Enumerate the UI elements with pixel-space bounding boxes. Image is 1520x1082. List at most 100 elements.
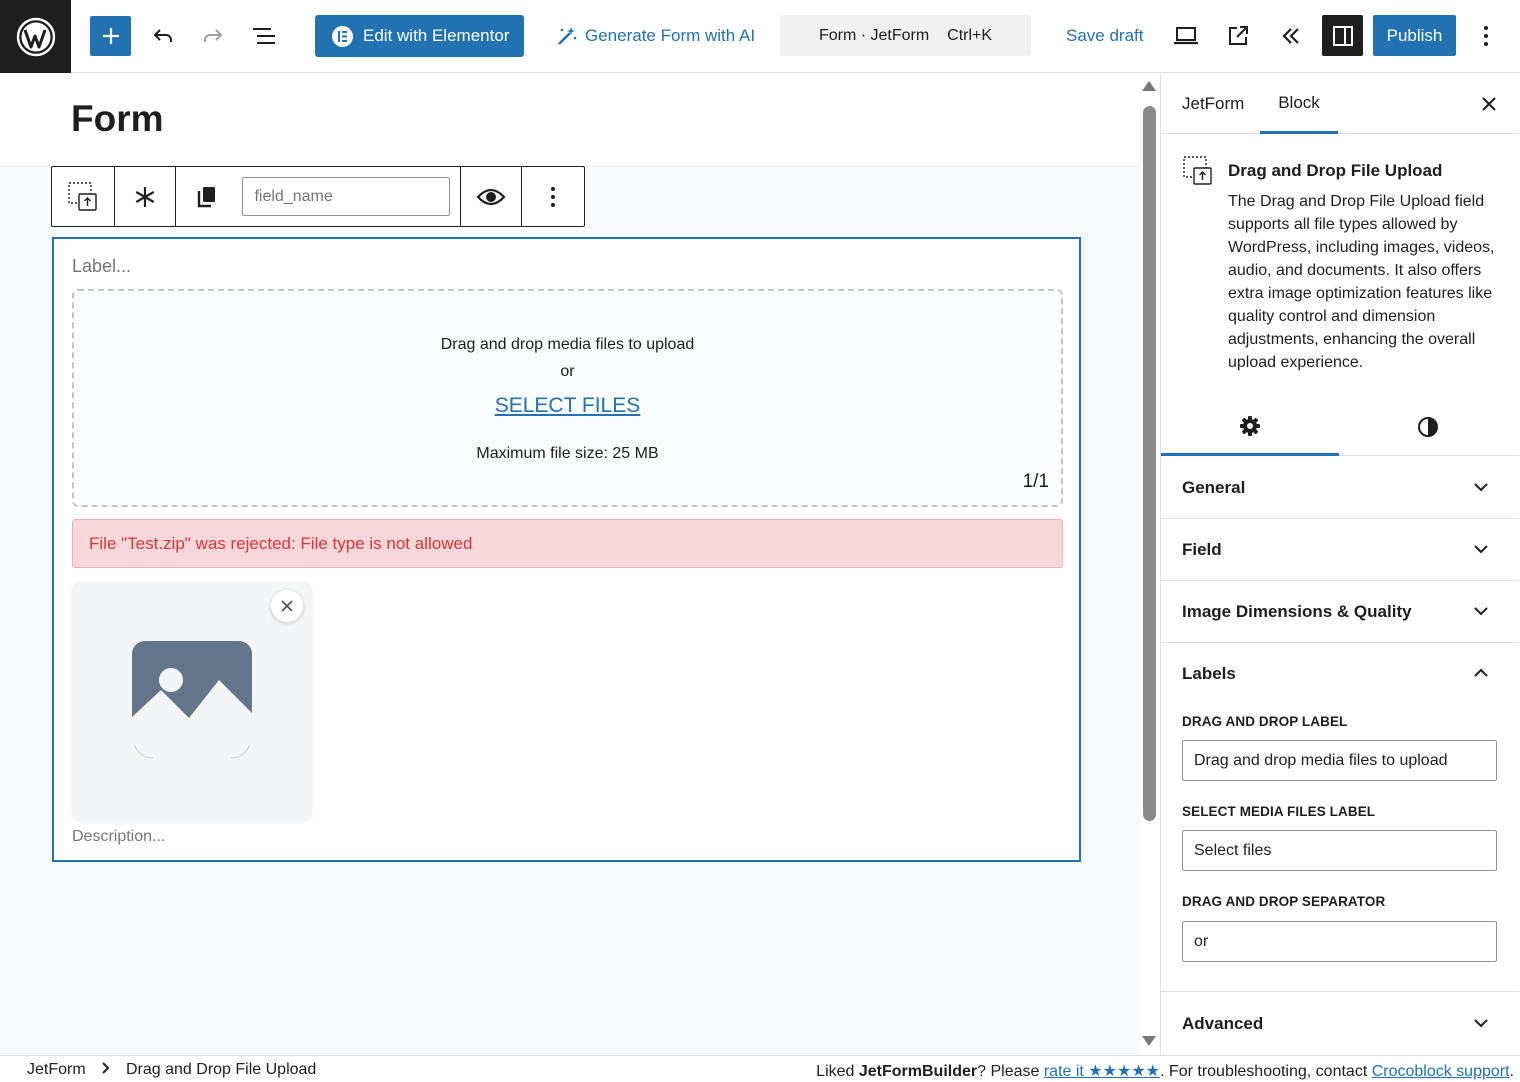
settings-sidebar-toggle[interactable] — [1322, 15, 1363, 56]
document-overview-button[interactable] — [244, 16, 284, 56]
scroll-down-arrow[interactable] — [1142, 1036, 1156, 1046]
footer-note-brand: JetFormBuilder — [858, 1063, 978, 1080]
command-shortcut: Ctrl+K — [947, 26, 993, 44]
page-title[interactable]: Form — [71, 98, 164, 140]
settings-sidebar: JetForm Block Drag and Drop File Upload … — [1160, 74, 1520, 1055]
scroll-up-arrow[interactable] — [1142, 81, 1156, 91]
chevron-down-icon — [1474, 607, 1488, 616]
file-upload-block-icon — [68, 181, 97, 211]
drag-drop-label-input[interactable] — [1182, 740, 1497, 781]
undo-button[interactable] — [143, 16, 183, 56]
block-card-title: Drag and Drop File Upload — [1228, 161, 1443, 180]
crocoblock-support-link[interactable]: Crocoblock support — [1372, 1063, 1510, 1080]
panel-general[interactable]: General — [1161, 457, 1519, 519]
tab-styles[interactable] — [1339, 398, 1517, 456]
more-vertical-icon — [551, 186, 556, 207]
drag-drop-upload-block[interactable]: Label... Drag and drop media files to up… — [52, 237, 1081, 862]
block-inserter-button[interactable] — [90, 16, 131, 56]
edit-with-elementor-button[interactable]: Edit with Elementor — [315, 15, 524, 57]
error-message: File "Test.zip" was rejected: File type … — [72, 519, 1063, 568]
panel-image-dimensions[interactable]: Image Dimensions & Quality — [1161, 581, 1519, 643]
panel-field[interactable]: Field — [1161, 519, 1519, 581]
scrollbar-thumb[interactable] — [1143, 106, 1156, 821]
breadcrumb-jetform[interactable]: JetForm — [27, 1061, 86, 1079]
tab-block[interactable]: Block — [1260, 74, 1338, 134]
footer-note-end: . — [1509, 1063, 1514, 1080]
separator-input[interactable] — [1182, 921, 1497, 962]
generate-form-ai-button[interactable]: Generate Form with AI — [552, 15, 759, 57]
select-media-label-title: SELECT MEDIA FILES LABEL — [1182, 804, 1376, 819]
command-palette-button[interactable]: Form · JetForm Ctrl+K — [780, 15, 1031, 56]
field-name-input[interactable] — [242, 177, 451, 216]
panel-general-title: General — [1182, 478, 1246, 497]
tab-settings[interactable] — [1161, 398, 1339, 456]
dropzone[interactable]: Drag and drop media files to upload or S… — [72, 289, 1063, 507]
title-area: Form — [0, 74, 1140, 167]
close-sidebar-button[interactable] — [1474, 89, 1504, 119]
select-files-link[interactable]: SELECT FILES — [74, 394, 1061, 418]
edit-with-elementor-label: Edit with Elementor — [363, 26, 510, 45]
external-link-icon — [1229, 26, 1248, 45]
publish-button[interactable]: Publish — [1373, 15, 1456, 56]
contrast-icon — [1418, 417, 1438, 437]
device-preview-button[interactable] — [1167, 16, 1205, 56]
asterisk-icon — [135, 186, 155, 207]
field-label-placeholder[interactable]: Label... — [72, 256, 131, 277]
save-draft-button[interactable]: Save draft — [1060, 15, 1150, 57]
block-options-button[interactable] — [522, 167, 584, 226]
block-card-description: The Drag and Drop File Upload field supp… — [1228, 193, 1495, 371]
editor-header: Edit with Elementor Generate Form with A… — [0, 0, 1520, 73]
panel-labels[interactable]: Labels — [1161, 643, 1519, 705]
wordpress-logo-button[interactable] — [0, 0, 71, 73]
separator-title: DRAG AND DROP SEPARATOR — [1182, 894, 1386, 909]
redo-button[interactable] — [193, 16, 233, 56]
options-menu-button[interactable] — [1468, 16, 1504, 56]
tab-jetform[interactable]: JetForm — [1182, 74, 1244, 134]
footer-note-mid2: . For troubleshooting, contact — [1160, 1063, 1372, 1080]
close-icon — [281, 600, 293, 612]
remove-file-button[interactable] — [271, 590, 303, 622]
breadcrumb-block[interactable]: Drag and Drop File Upload — [126, 1061, 316, 1079]
error-message-text: File "Test.zip" was rejected: File type … — [89, 533, 473, 553]
desktop-icon — [1174, 27, 1198, 45]
gear-icon — [1240, 415, 1260, 436]
panel-advanced[interactable]: Advanced — [1161, 993, 1519, 1055]
redo-icon — [204, 29, 223, 42]
visibility-toggle-button[interactable] — [461, 167, 523, 226]
field-name-control — [176, 167, 461, 226]
wordpress-icon — [16, 17, 55, 56]
editor-footer: JetForm Drag and Drop File Upload Liked … — [0, 1055, 1520, 1082]
drag-drop-label-title: DRAG AND DROP LABEL — [1182, 714, 1348, 729]
footer-note-prefix: Liked — [816, 1063, 859, 1080]
dropzone-separator: or — [560, 363, 575, 380]
plus-icon — [102, 28, 119, 44]
eye-icon — [476, 188, 506, 205]
chevron-double-left-icon — [1282, 28, 1299, 44]
block-type-button[interactable] — [52, 167, 115, 226]
image-placeholder-icon — [131, 641, 253, 762]
chevron-down-icon — [1474, 545, 1488, 554]
file-preview-card — [72, 582, 312, 820]
sidebar-icon — [1332, 25, 1353, 46]
chevron-right-icon — [102, 1062, 110, 1074]
block-card: Drag and Drop File Upload The Drag and D… — [1161, 134, 1519, 398]
rate-it-link[interactable]: rate it ★★★★★ — [1044, 1063, 1160, 1080]
panel-image-title: Image Dimensions & Quality — [1182, 602, 1412, 621]
labels-panel-body: DRAG AND DROP LABEL SELECT MEDIA FILES L… — [1161, 705, 1519, 992]
file-count: 1/1 — [1022, 471, 1049, 492]
close-icon — [1482, 97, 1496, 111]
field-description-placeholder[interactable]: Description... — [72, 828, 165, 846]
document-title: Form · JetForm — [818, 26, 930, 44]
more-vertical-icon — [1484, 26, 1488, 46]
undo-icon — [153, 29, 172, 42]
view-post-button[interactable] — [1219, 16, 1257, 56]
dropzone-label: Drag and drop media files to upload — [440, 336, 695, 353]
collapse-button[interactable] — [1272, 16, 1310, 56]
generate-form-ai-label: Generate Form with AI — [585, 26, 756, 45]
block-toolbar — [51, 166, 585, 227]
select-media-label-input[interactable] — [1182, 830, 1497, 871]
footer-note-mid: ? Please — [977, 1063, 1044, 1080]
copy-icon[interactable] — [197, 186, 217, 208]
required-toggle-button[interactable] — [115, 167, 177, 226]
footer-note: Liked JetFormBuilder? Please rate it ★★★… — [816, 1061, 1514, 1081]
